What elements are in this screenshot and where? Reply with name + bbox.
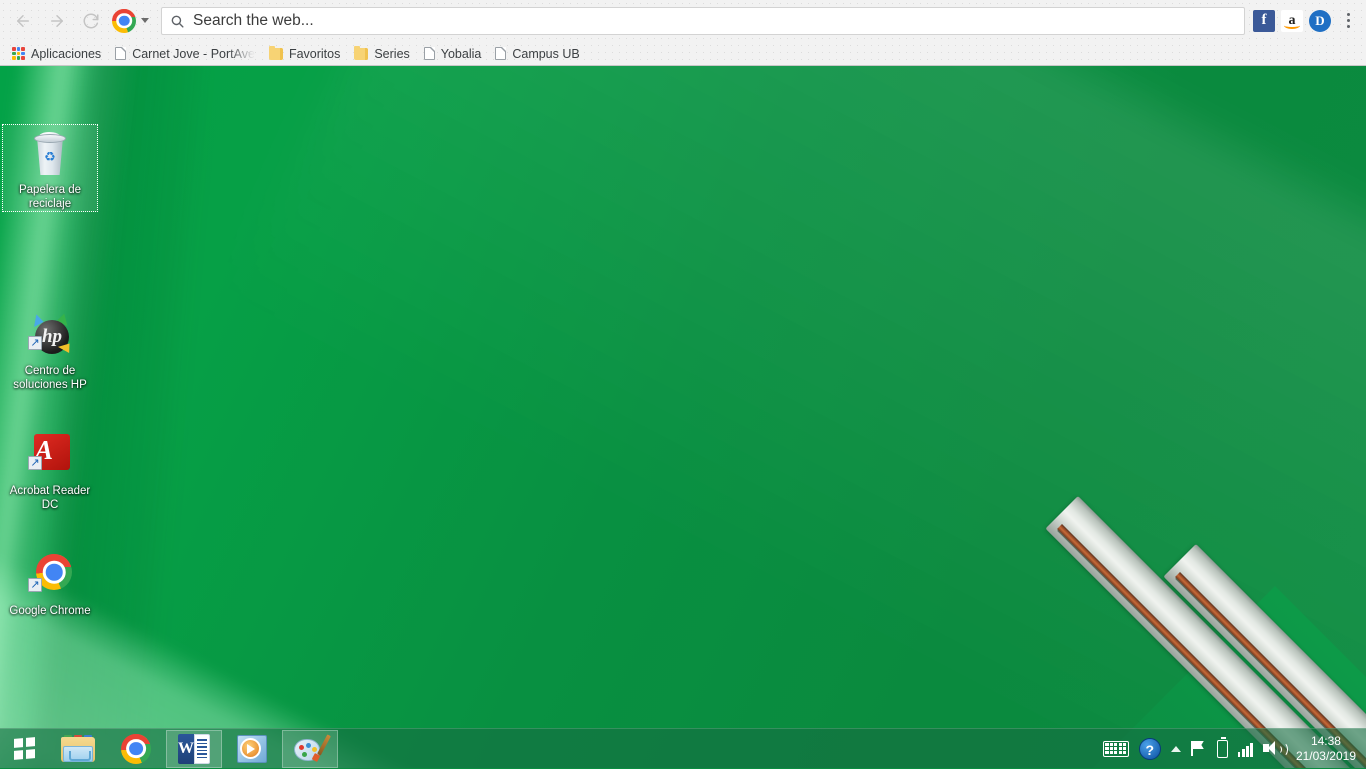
help-icon[interactable]: ? [1138,737,1161,760]
desktop-icon-label: Papelera de reciclaje [18,184,82,210]
taskbar-item-microsoft-word[interactable]: W [166,729,222,768]
taskbar-clock[interactable]: 14:38 21/03/2019 [1296,734,1356,764]
bookmark-label: Campus UB [512,46,580,61]
taskbar-item-windows-media-player[interactable] [224,730,280,768]
desktop-icon-label: Acrobat Reader DC [9,485,91,511]
apps-grid-icon [12,47,25,60]
bookmark-label: Yobalia [440,46,482,61]
bin-rim [34,134,66,143]
windows-taskbar: W ? 14:38 21/03/2019 [0,728,1366,768]
reload-button[interactable] [76,6,106,36]
page-icon [423,47,435,60]
start-button[interactable] [0,729,48,769]
desktop-icon-acrobat-reader[interactable]: A ↗ Acrobat Reader DC [2,426,98,512]
acrobat-reader-icon: A ↗ [26,432,74,480]
bookmark-series[interactable]: Series [350,44,416,64]
chrome-logo-icon [112,8,136,33]
bookmarks-bar: Aplicaciones Carnet Jove - PortAve Favor… [0,41,1366,66]
browser-toolbar-row: Search the web... f a D [0,0,1366,41]
taskbar-item-google-chrome[interactable] [108,730,164,768]
desktop-icon-google-chrome[interactable]: ↗ Google Chrome [2,546,98,618]
facebook-extension-icon[interactable]: f [1253,9,1275,32]
hp-arrow-yellow-icon [57,343,73,356]
shortcut-overlay-icon: ↗ [28,456,42,470]
word-letter-w: W [178,733,194,764]
page-icon [495,47,507,60]
bookmark-favoritos[interactable]: Favoritos [265,44,347,64]
hp-solution-center-icon: hp ↗ [26,311,74,360]
show-hidden-icons-icon[interactable] [1170,745,1181,752]
bookmark-label: Aplicaciones [31,46,102,61]
recycle-arrows-icon: ♻ [44,149,56,164]
microsoft-word-icon: W [178,733,210,764]
disconnect-extension-icon[interactable]: D [1309,9,1331,32]
bookmark-yobalia[interactable]: Yobalia [420,44,489,64]
paint-brush-handle [317,733,331,756]
shortcut-overlay-icon: ↗ [28,578,42,592]
search-input[interactable]: Search the web... [161,6,1245,35]
menu-dot [1346,13,1350,16]
menu-dot [1346,25,1350,28]
shortcut-overlay-icon: ↗ [28,336,42,350]
recycle-bin-icon: ♻ [26,131,74,179]
file-explorer-icon [61,734,95,763]
page-icon [115,47,127,60]
word-document-lines [194,733,210,764]
bookmark-label: Series [374,46,410,61]
desktop-wallpaper[interactable]: ♻ Papelera de reciclaje hp ↗ Centro de s… [0,66,1366,768]
paint-icon [294,733,331,763]
bookmark-label: Favoritos [288,46,341,61]
speaker-glyph [1262,740,1288,757]
touch-keyboard-icon[interactable] [1102,740,1129,757]
volume-icon[interactable] [1262,740,1288,757]
folder-icon [268,45,283,60]
help-question-glyph: ? [1138,737,1161,760]
windows-logo-icon [13,737,35,760]
bookmark-label: Carnet Jove - PortAve [132,46,255,61]
battery-icon[interactable] [1216,736,1228,758]
chevron-down-icon [141,18,149,23]
play-triangle-icon [247,743,255,754]
google-chrome-icon: ↗ [26,552,74,600]
desktop-icon-hp-solution-center[interactable]: hp ↗ Centro de soluciones HP [2,306,98,392]
amazon-smile-icon [1284,22,1300,29]
taskbar-item-paint[interactable] [282,729,338,768]
chevron-up-glyph [1170,745,1181,752]
system-tray: ? 14:38 21/03/2019 [1098,729,1366,769]
bookmark-aplicaciones[interactable]: Aplicaciones [8,44,108,64]
keyboard-glyph [1102,740,1129,757]
chrome-profile-button[interactable] [112,8,149,33]
clock-date: 21/03/2019 [1295,748,1356,763]
signal-bars-glyph [1237,741,1253,757]
battery-glyph [1216,736,1228,758]
taskbar-item-file-explorer[interactable] [50,730,106,768]
search-icon [170,14,184,28]
chrome-menu-button[interactable] [1337,8,1359,34]
desktop-icon-label: Centro de soluciones HP [13,365,87,391]
google-chrome-icon [121,733,151,764]
forward-button[interactable] [42,6,72,36]
bookmark-carnet-jove[interactable]: Carnet Jove - PortAve [111,44,262,64]
clock-time: 14:38 [1310,733,1341,748]
flag-glyph [1190,741,1207,756]
action-center-flag-icon[interactable] [1190,741,1207,756]
amazon-extension-icon[interactable]: a [1281,9,1303,32]
network-signal-icon[interactable] [1237,741,1253,757]
windows-media-player-icon [237,734,267,763]
search-input-text: Search the web... [193,11,314,29]
back-button[interactable] [8,6,38,36]
folder-icon [354,45,369,60]
bookmark-campus-ub[interactable]: Campus UB [491,44,586,64]
chrome-browser-toolbar: Search the web... f a D Aplicaciones Car… [0,0,1366,66]
folder-front [63,745,93,762]
desktop-icon-label: Google Chrome [9,605,91,617]
menu-dot [1346,19,1350,22]
desktop-icon-recycle-bin[interactable]: ♻ Papelera de reciclaje [2,124,98,212]
